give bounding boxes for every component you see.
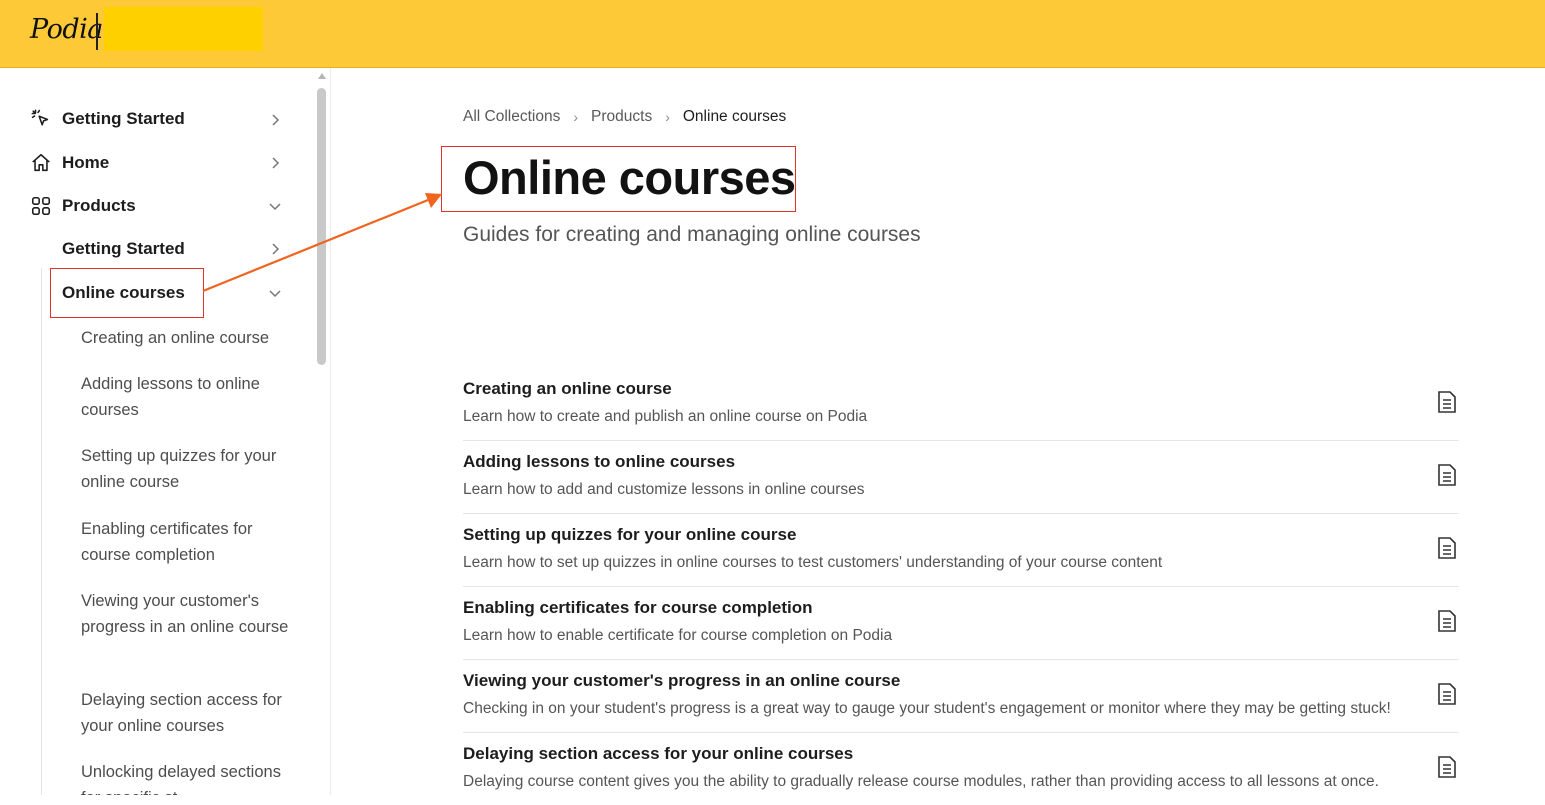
sidebar-item-label: Home bbox=[62, 153, 110, 172]
article-title[interactable]: Enabling certificates for course complet… bbox=[463, 598, 813, 618]
sidebar-article-link[interactable]: Enabling certificates for course complet… bbox=[81, 516, 296, 568]
document-icon bbox=[1438, 610, 1456, 632]
article-row[interactable]: Enabling certificates for course complet… bbox=[463, 587, 1459, 660]
document-icon bbox=[1438, 537, 1456, 559]
sidebar-subitem-getting-started[interactable]: Getting Started bbox=[62, 236, 185, 262]
sidebar-item-label: Getting Started bbox=[62, 109, 185, 128]
breadcrumb-all-collections[interactable]: All Collections bbox=[463, 108, 560, 126]
sidebar-scroll-thumb[interactable] bbox=[317, 88, 326, 365]
document-icon bbox=[1438, 756, 1456, 778]
home-icon bbox=[32, 153, 50, 172]
article-title[interactable]: Viewing your customer's progress in an o… bbox=[463, 671, 900, 691]
article-description: Learn how to add and customize lessons i… bbox=[463, 481, 865, 498]
sidebar-nav: Getting Started Home Products Getting St… bbox=[0, 68, 331, 795]
sidebar-article-link[interactable]: Unlocking delayed sections for specific … bbox=[81, 759, 296, 795]
sidebar-item-products[interactable]: Products bbox=[30, 193, 136, 219]
article-title[interactable]: Creating an online course bbox=[463, 379, 672, 399]
highlight-box-online-courses bbox=[50, 268, 204, 318]
article-title[interactable]: Adding lessons to online courses bbox=[463, 452, 735, 472]
article-description: Checking in on your student's progress i… bbox=[463, 700, 1391, 717]
redacted-brand-block bbox=[104, 7, 263, 51]
page-subtitle: Guides for creating and managing online … bbox=[463, 223, 921, 246]
article-row[interactable]: Setting up quizzes for your online cours… bbox=[463, 514, 1459, 587]
document-icon bbox=[1438, 464, 1456, 486]
chevron-down-icon[interactable] bbox=[268, 199, 282, 213]
logo-divider bbox=[96, 13, 98, 50]
article-description: Delaying course content gives you the ab… bbox=[463, 773, 1379, 790]
article-row[interactable]: Delaying section access for your online … bbox=[463, 733, 1459, 805]
breadcrumb-products[interactable]: Products bbox=[591, 108, 652, 126]
article-title[interactable]: Setting up quizzes for your online cours… bbox=[463, 525, 796, 545]
article-row[interactable]: Creating an online course Learn how to c… bbox=[463, 368, 1459, 441]
sidebar-item-home[interactable]: Home bbox=[30, 150, 109, 176]
breadcrumb-separator: › bbox=[665, 109, 670, 125]
document-icon bbox=[1438, 391, 1456, 413]
cursor-click-icon bbox=[31, 109, 49, 126]
article-list: Creating an online course Learn how to c… bbox=[463, 368, 1459, 805]
breadcrumb-current: Online courses bbox=[682, 108, 787, 125]
sidebar-article-link[interactable]: Adding lessons to online courses bbox=[81, 371, 296, 423]
sidebar-article-link[interactable]: Setting up quizzes for your online cours… bbox=[81, 443, 296, 495]
chevron-right-icon[interactable] bbox=[268, 113, 282, 127]
article-title[interactable]: Delaying section access for your online … bbox=[463, 744, 853, 764]
article-description: Learn how to enable certificate for cour… bbox=[463, 627, 893, 644]
podia-logo[interactable]: Podia bbox=[30, 14, 103, 45]
chevron-right-icon[interactable] bbox=[268, 156, 282, 170]
breadcrumb: All Collections › Products › Online cour… bbox=[463, 108, 786, 126]
sidebar-item-getting-started[interactable]: Getting Started bbox=[30, 106, 185, 132]
sidebar-article-link[interactable]: Viewing your customer's progress in an o… bbox=[81, 588, 296, 640]
sidebar-article-link[interactable]: Creating an online course bbox=[81, 325, 296, 351]
breadcrumb-separator: › bbox=[573, 109, 579, 125]
tree-guide-line bbox=[41, 268, 42, 795]
sidebar-item-label: Products bbox=[62, 196, 136, 215]
article-description: Learn how to set up quizzes in online co… bbox=[463, 554, 1163, 571]
scroll-up-arrow-icon[interactable] bbox=[318, 73, 326, 79]
main-content: All Collections › Products › Online cour… bbox=[331, 68, 1545, 795]
chevron-right-icon[interactable] bbox=[268, 242, 282, 256]
sidebar-article-link[interactable]: Delaying section access for your online … bbox=[81, 687, 296, 739]
sidebar-item-label: Getting Started bbox=[62, 239, 185, 258]
chevron-down-icon[interactable] bbox=[268, 286, 282, 300]
highlight-box-title bbox=[441, 146, 796, 212]
top-bar: Podia bbox=[0, 0, 1545, 68]
article-row[interactable]: Adding lessons to online courses Learn h… bbox=[463, 441, 1459, 514]
article-description: Learn how to create and publish an onlin… bbox=[463, 408, 868, 425]
document-icon bbox=[1438, 683, 1456, 705]
grid-icon bbox=[31, 196, 51, 216]
article-row[interactable]: Viewing your customer's progress in an o… bbox=[463, 660, 1459, 733]
